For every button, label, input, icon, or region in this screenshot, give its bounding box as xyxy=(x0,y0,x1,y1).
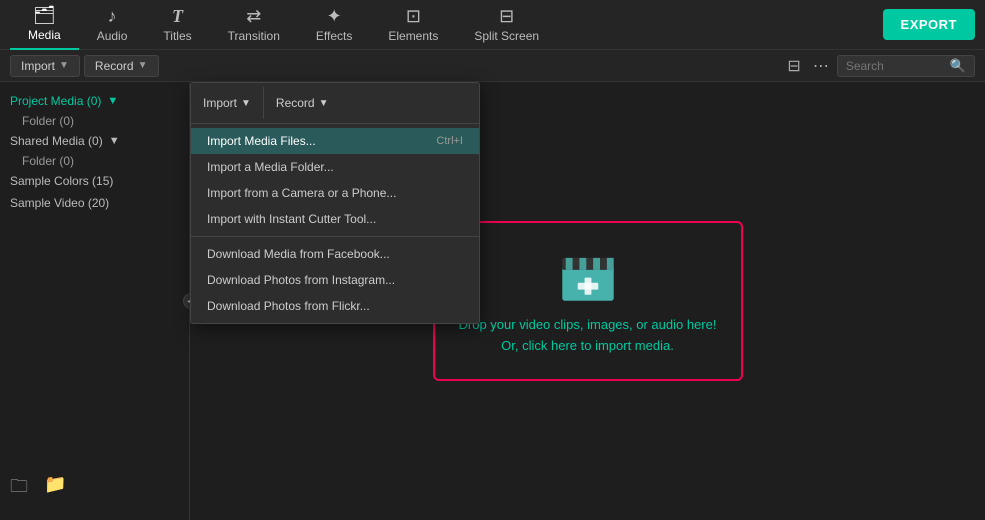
sidebar-item-sample-video[interactable]: Sample Video (20) xyxy=(0,192,189,214)
record-label: Record xyxy=(95,59,134,73)
dropdown-header: Import ▼ Record ▼ xyxy=(191,87,479,119)
menu-item-import-folder[interactable]: Import a Media Folder... xyxy=(191,154,479,180)
nav-media[interactable]: 🗂 Media xyxy=(10,0,79,50)
sample-colors-label: Sample Colors (15) xyxy=(10,174,113,188)
nav-media-label: Media xyxy=(28,28,61,42)
nav-effects[interactable]: ✦ Effects xyxy=(298,0,370,50)
sidebar-item-shared-media[interactable]: Shared Media (0) ▼ xyxy=(0,130,189,152)
import-camera-label: Import from a Camera or a Phone... xyxy=(207,186,396,200)
record-button[interactable]: Record ▼ xyxy=(84,55,159,77)
sidebar-item-sample-colors[interactable]: Sample Colors (15) xyxy=(0,170,189,192)
menu-item-facebook[interactable]: Download Media from Facebook... xyxy=(191,241,479,267)
shared-media-chevron-icon: ▼ xyxy=(109,135,120,147)
sidebar: Project Media (0) ▼ Folder (0) Shared Me… xyxy=(0,82,190,520)
menu-item-instagram[interactable]: Download Photos from Instagram... xyxy=(191,267,479,293)
drop-zone-text: Drop your video clips, images, or audio … xyxy=(459,315,717,357)
import-menu-label: Import xyxy=(203,96,237,110)
menu-item-instant-cutter[interactable]: Import with Instant Cutter Tool... xyxy=(191,206,479,232)
instagram-label: Download Photos from Instagram... xyxy=(207,273,395,287)
nav-elements-label: Elements xyxy=(388,29,438,43)
search-box: 🔍 xyxy=(837,55,975,77)
import-files-shortcut: Ctrl+I xyxy=(436,135,463,147)
menu-divider-2 xyxy=(191,236,479,237)
nav-transition[interactable]: ⇄ Transition xyxy=(210,0,298,50)
facebook-label: Download Media from Facebook... xyxy=(207,247,390,261)
record-trigger-arrow-icon: ▼ xyxy=(319,98,329,109)
top-navigation: 🗂 Media ♪ Audio T Titles ⇄ Transition ✦ … xyxy=(0,0,985,50)
shared-media-label: Shared Media (0) xyxy=(10,134,103,148)
sidebar-item-folder1[interactable]: Folder (0) xyxy=(0,112,189,130)
import-files-label: Import Media Files... xyxy=(207,134,316,148)
splitscreen-icon: ⊟ xyxy=(499,7,514,25)
nav-audio[interactable]: ♪ Audio xyxy=(79,0,146,50)
nav-elements[interactable]: ⊡ Elements xyxy=(370,0,456,50)
search-input[interactable] xyxy=(846,59,946,73)
elements-icon: ⊡ xyxy=(406,7,421,25)
menu-divider xyxy=(191,123,479,124)
content-panel: Import ▼ Record ▼ Import Media Files... … xyxy=(190,82,985,520)
nav-splitscreen[interactable]: ⊟ Split Screen xyxy=(456,0,557,50)
menu-item-flickr[interactable]: Download Photos from Flickr... xyxy=(191,293,479,319)
folder2-label: Folder (0) xyxy=(22,154,74,168)
effects-icon: ✦ xyxy=(327,7,342,25)
sample-video-label: Sample Video (20) xyxy=(10,196,109,210)
import-arrow-icon: ▼ xyxy=(59,60,69,71)
titles-icon: T xyxy=(172,7,183,25)
import-trigger[interactable]: Import ▼ xyxy=(191,87,264,119)
project-media-chevron-icon: ▼ xyxy=(107,95,118,107)
nav-effects-label: Effects xyxy=(316,29,352,43)
sidebar-bottom: 🗀 📁 xyxy=(0,466,189,512)
record-trigger[interactable]: Record ▼ xyxy=(264,87,341,119)
import-trigger-arrow-icon: ▼ xyxy=(241,98,251,109)
flickr-label: Download Photos from Flickr... xyxy=(207,299,370,313)
nav-titles-label: Titles xyxy=(163,29,191,43)
transition-icon: ⇄ xyxy=(246,7,261,25)
drop-zone-line1: Drop your video clips, images, or audio … xyxy=(459,315,717,336)
sidebar-item-project-media[interactable]: Project Media (0) ▼ xyxy=(0,90,189,112)
toolbar: Import ▼ Record ▼ ⊟ ⋯ 🔍 xyxy=(0,50,985,82)
sidebar-item-folder2[interactable]: Folder (0) xyxy=(0,152,189,170)
search-icon: 🔍 xyxy=(950,58,966,74)
export-button[interactable]: EXPORT xyxy=(883,9,975,40)
nav-audio-label: Audio xyxy=(97,29,128,43)
media-icon: 🗂 xyxy=(33,6,56,24)
add-media-icon[interactable]: 🗀 xyxy=(10,474,28,504)
drop-zone-line2: Or, click here to import media. xyxy=(459,336,717,357)
menu-item-import-camera[interactable]: Import from a Camera or a Phone... xyxy=(191,180,479,206)
import-dropdown-menu: Import ▼ Record ▼ Import Media Files... … xyxy=(190,82,480,324)
nav-transition-label: Transition xyxy=(228,29,280,43)
audio-icon: ♪ xyxy=(108,7,117,25)
instant-cutter-label: Import with Instant Cutter Tool... xyxy=(207,212,376,226)
record-menu-label: Record xyxy=(276,96,315,110)
nav-splitscreen-label: Split Screen xyxy=(474,29,539,43)
import-folder-label: Import a Media Folder... xyxy=(207,160,334,174)
clapperboard-icon xyxy=(553,245,623,305)
menu-item-import-files[interactable]: Import Media Files... Ctrl+I xyxy=(191,128,479,154)
main-area: Project Media (0) ▼ Folder (0) Shared Me… xyxy=(0,82,985,520)
grid-icon[interactable]: ⋯ xyxy=(813,56,829,76)
import-label: Import xyxy=(21,59,55,73)
filter-icon[interactable]: ⊟ xyxy=(787,56,800,76)
record-arrow-icon: ▼ xyxy=(138,60,148,71)
nav-titles[interactable]: T Titles xyxy=(145,0,209,50)
add-folder-icon[interactable]: 📁 xyxy=(44,474,66,504)
import-button[interactable]: Import ▼ xyxy=(10,55,80,77)
project-media-label: Project Media (0) xyxy=(10,94,101,108)
folder1-label: Folder (0) xyxy=(22,114,74,128)
